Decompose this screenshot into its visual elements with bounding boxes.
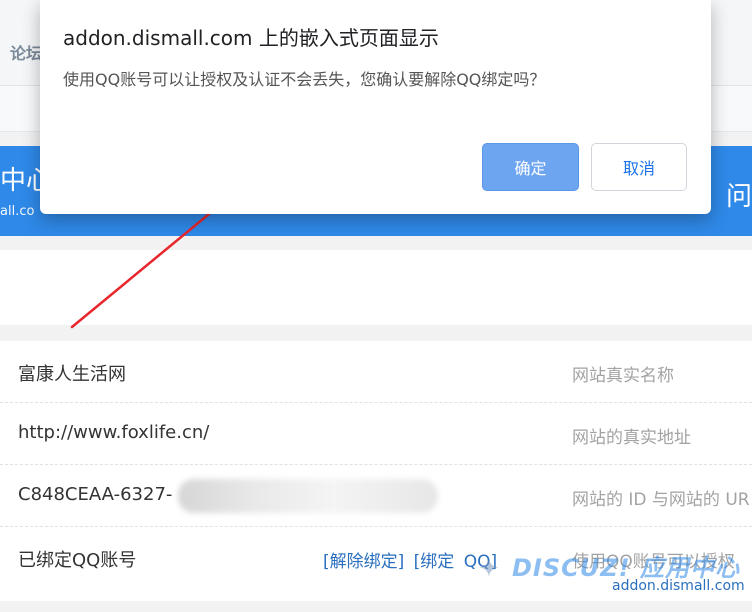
discuz-watermark: ✦ DISCUZ! 应用中心 addon.dismall.com [470,548,752,608]
section-gap [0,325,752,341]
banner-right-link[interactable]: 问 [726,176,752,213]
unbind-link[interactable]: [解除绑定] [323,552,404,572]
site-name-description: 网站真实名称 [572,366,674,386]
banner-domain: all.co [0,204,35,219]
table-row: http://www.foxlife.cn/ 网站的真实地址 [0,403,752,465]
confirm-dialog: addon.dismall.com 上的嵌入式页面显示 使用QQ账号可以让授权及… [40,0,711,214]
watermark-domain: addon.dismall.com [612,578,745,594]
table-row: C848CEAA-6327- 网站的 ID 与网站的 UR [0,465,752,527]
redacted-blur [178,479,438,513]
dialog-message: 使用QQ账号可以让授权及认证不会丢失，您确认要解除QQ绑定吗？ [63,70,546,89]
site-id-description: 网站的 ID 与网站的 UR [572,490,750,510]
site-url-description: 网站的真实地址 [572,428,691,448]
dialog-title: addon.dismall.com 上的嵌入式页面显示 [63,26,439,50]
bind-other-qq-link[interactable]: [绑定 [414,552,455,572]
table-row: 富康人生活网 网站真实名称 [0,341,752,403]
watermark-logo-icon: ✦ [478,554,500,584]
site-name-value: 富康人生活网 [18,364,126,385]
section-gap [0,236,752,250]
site-id-value: C848CEAA-6327- [18,484,173,505]
forum-breadcrumb[interactable]: 论坛 [10,40,42,64]
bound-qq-label: 已绑定QQ账号 [18,550,137,571]
ok-button[interactable]: 确定 [482,143,579,191]
site-url-value: http://www.foxlife.cn/ [18,422,210,443]
cancel-button[interactable]: 取消 [591,143,687,191]
blank-panel [0,250,752,325]
